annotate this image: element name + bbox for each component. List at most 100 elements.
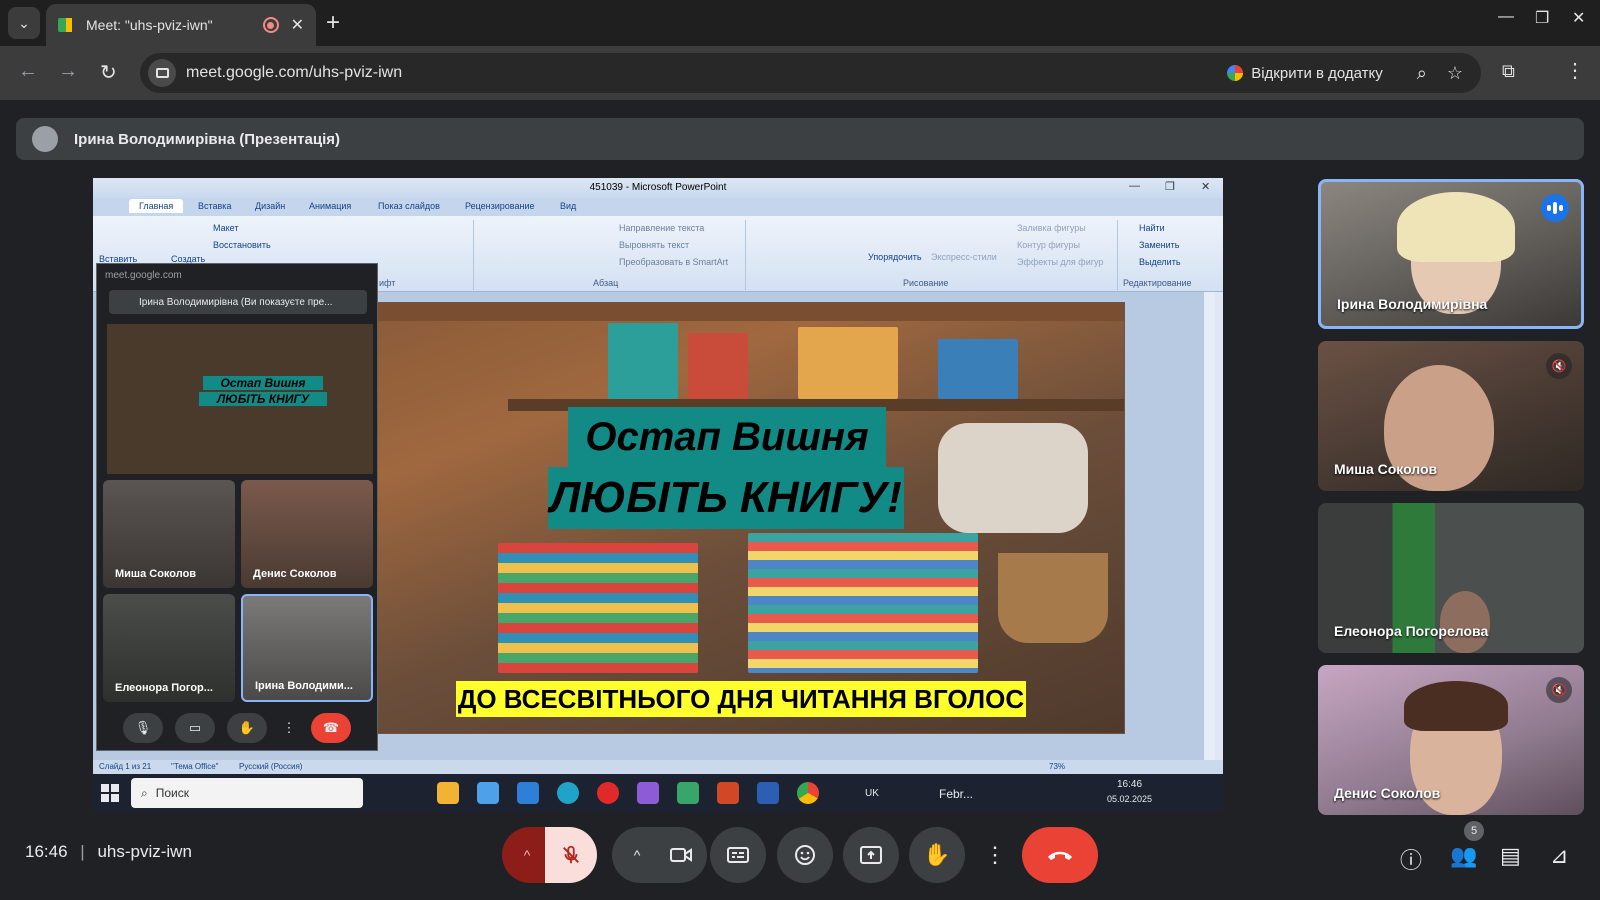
ppt-slide-counter: Слайд 1 из 21	[99, 762, 152, 771]
chat-icon[interactable]: ▤	[1500, 843, 1521, 869]
presenter-avatar	[32, 126, 58, 152]
tab-title: Meet: "uhs-pviz-iwn"	[86, 17, 213, 33]
mini-tile: Денис Соколов	[241, 480, 373, 588]
mini-tile: Миша Соколов	[103, 480, 235, 588]
mini-mic-icon: 🎙	[123, 713, 163, 743]
reload-icon[interactable]: ↻	[100, 60, 117, 85]
participant-tile[interactable]: Ірина Володимирівна	[1318, 179, 1584, 329]
ppt-shape-fill: Заливка фигуры	[1017, 223, 1086, 233]
participant-tile[interactable]: Елеонора Погорелова	[1318, 503, 1584, 653]
captions-icon	[727, 847, 749, 863]
ppt-group-editing: Редактирование	[1123, 278, 1192, 288]
tab-search-button[interactable]: ⌄	[8, 7, 40, 39]
extensions-icon[interactable]: ⧉	[1502, 61, 1515, 82]
word-icon	[757, 782, 779, 804]
windows-search: ⌕ Поиск	[131, 778, 363, 808]
close-window-icon[interactable]: ✕	[1572, 8, 1585, 28]
ppt-shape-outline: Контур фигуры	[1017, 240, 1080, 250]
participant-name: Елеонора Погорелова	[1334, 623, 1489, 639]
camera-button[interactable]	[655, 827, 707, 883]
raise-hand-button[interactable]: ✋	[909, 827, 965, 883]
restore-window-icon[interactable]: ❐	[1535, 8, 1549, 28]
leave-call-button[interactable]	[1022, 827, 1098, 883]
speaking-indicator-icon	[1541, 194, 1569, 222]
browser-toolbar: ← → ↻ meet.google.com/uhs-pviz-iwn Відкр…	[0, 46, 1600, 100]
meet-control-bar: 16:46 | uhs-pviz-iwn ^ ^ ✋ ⋮ ⓘ 👥 5 ▤ ⊿	[0, 815, 1600, 900]
zoom-icon[interactable]: ⌕	[1417, 63, 1427, 84]
slide-book	[688, 333, 748, 399]
presenter-name: Ірина Володимирівна (Презентація)	[74, 130, 340, 148]
mini-tile-label: Ірина Володими...	[255, 680, 353, 692]
chevron-up-icon: ^	[523, 847, 531, 863]
recording-icon	[262, 17, 279, 33]
mini-meet-window: meet.google.com Ірина Володимирівна (Ви …	[96, 263, 378, 751]
back-icon[interactable]: ←	[18, 60, 38, 83]
mini-tile-label: Миша Соколов	[115, 568, 197, 580]
slide-basket	[998, 553, 1108, 643]
activities-icon[interactable]: ⊿	[1550, 843, 1568, 869]
ppt-replace: Заменить	[1139, 240, 1180, 250]
tab-close-icon[interactable]: ✕	[291, 15, 304, 35]
slide-shelf-top	[378, 303, 1124, 321]
participant-tile[interactable]: 🔇 Денис Соколов	[1318, 665, 1584, 815]
ppt-group-font: ифт	[379, 278, 396, 288]
ppt-tab: Вид	[560, 201, 577, 211]
browser-tab-meet[interactable]: Meet: "uhs-pviz-iwn" ✕	[46, 4, 316, 46]
ppt-theme: "Тема Office"	[171, 762, 219, 771]
minimize-icon[interactable]: —	[1498, 8, 1514, 26]
mini-presenter-bar: Ірина Володимирівна (Ви показуєте пре...	[109, 290, 367, 314]
microphone-button[interactable]	[545, 827, 597, 883]
forward-icon[interactable]: →	[58, 60, 78, 83]
people-icon[interactable]: 👥	[1450, 843, 1477, 869]
new-tab-button[interactable]: +	[326, 9, 340, 37]
app-icon	[677, 782, 699, 804]
open-in-app-label: Відкрити в додатку	[1251, 64, 1383, 82]
windows-start-icon	[101, 784, 119, 802]
ppt-language: Русский (Россия)	[239, 762, 303, 771]
participant-video	[1440, 591, 1490, 653]
present-button[interactable]	[843, 827, 899, 883]
mini-preview-title: ЛЮБІТЬ КНИГУ	[199, 392, 327, 406]
present-icon	[860, 846, 882, 864]
meet-favicon-icon	[58, 18, 74, 32]
slide-book-stack	[498, 543, 698, 673]
chrome-icon	[797, 782, 819, 804]
mini-url: meet.google.com	[105, 270, 182, 281]
ppt-smartart: Преобразовать в SmartArt	[619, 257, 729, 267]
captions-button[interactable]	[710, 827, 766, 883]
end-call-icon	[1048, 851, 1072, 860]
reactions-button[interactable]	[777, 827, 833, 883]
mini-preview-title: Остап Вишня	[203, 376, 323, 390]
ppt-tab: Вставка	[198, 201, 232, 211]
more-options-button[interactable]: ⋮	[975, 827, 1015, 883]
ppt-group-paragraph: Абзац	[593, 278, 619, 288]
shared-screen: 451039 - Microsoft PowerPoint — ❐ ✕ Глав…	[93, 178, 1223, 812]
taskbar-date: 05.02.2025	[1107, 794, 1153, 804]
browser-menu-icon[interactable]: ⋮	[1565, 58, 1585, 83]
ppt-text-direction: Направление текста	[619, 223, 705, 233]
browser-tabstrip: ⌄ Meet: "uhs-pviz-iwn" ✕ + — ❐ ✕	[0, 0, 1600, 46]
mini-controls: 🎙 ▭ ✋ ⋮ ☎	[97, 710, 377, 746]
raise-hand-icon: ✋	[923, 842, 951, 867]
mini-tile-label: Елеонора Погор...	[115, 682, 213, 694]
ppt-restore-icon: ❐	[1165, 181, 1175, 193]
ppt-arrange: Упорядочить	[868, 252, 922, 262]
open-in-app-button[interactable]: Відкрити в додатку	[1227, 65, 1383, 82]
ppt-tab: Главная	[129, 199, 184, 213]
bookmark-star-icon[interactable]: ☆	[1447, 63, 1463, 84]
slide-banner: ДО ВСЕСВІТНЬОГО ДНЯ ЧИТАННЯ ВГОЛОС	[456, 681, 1026, 717]
app-icon	[637, 782, 659, 804]
site-info-icon[interactable]	[148, 59, 176, 87]
info-icon[interactable]: ⓘ	[1400, 843, 1422, 875]
taskbar-language: UK	[865, 788, 879, 799]
opera-icon	[597, 782, 619, 804]
windows-search-label: Поиск	[155, 786, 189, 800]
participant-tile[interactable]: 🔇 Миша Соколов	[1318, 341, 1584, 491]
slide-book	[608, 323, 678, 399]
mini-end-call-icon: ☎	[311, 713, 351, 743]
ppt-group-drawing: Рисование	[903, 278, 949, 288]
participant-hair	[1404, 681, 1508, 731]
address-bar[interactable]: meet.google.com/uhs-pviz-iwn Відкрити в …	[140, 53, 1481, 93]
url-text[interactable]: meet.google.com/uhs-pviz-iwn	[186, 64, 1227, 82]
slide-title-line1: Остап Вишня	[568, 407, 886, 467]
